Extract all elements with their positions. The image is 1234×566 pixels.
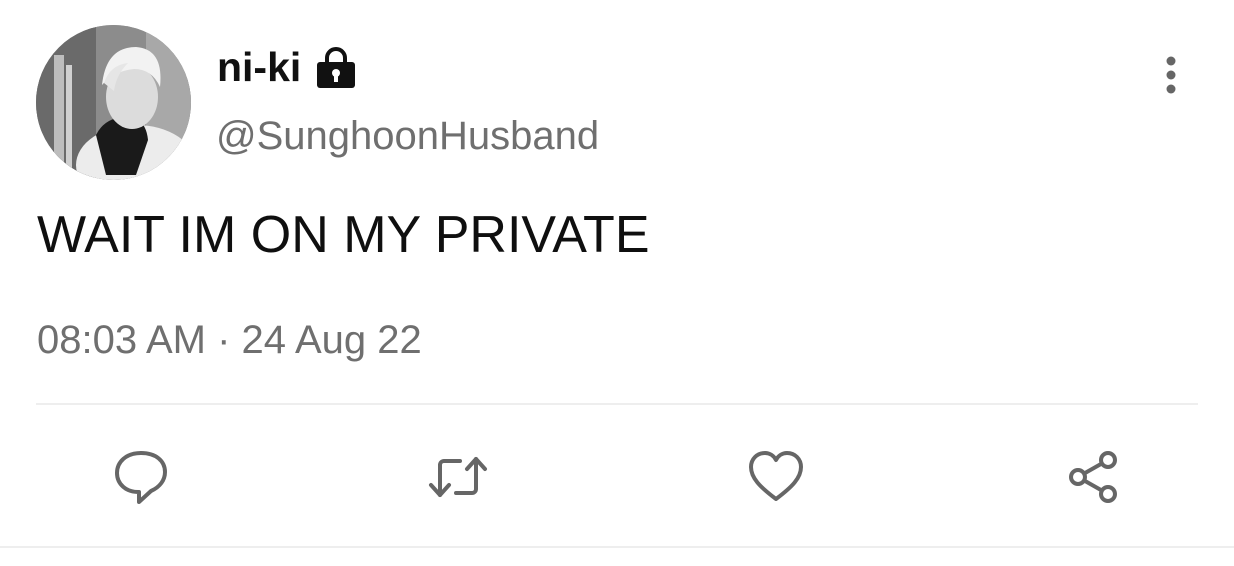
share-icon: [1069, 451, 1117, 503]
heart-icon: [749, 451, 803, 501]
retweet-button[interactable]: [427, 446, 489, 508]
share-button[interactable]: [1062, 446, 1124, 508]
name-row: ni-ki: [217, 42, 359, 92]
display-name[interactable]: ni-ki: [217, 44, 301, 91]
tweet-card: ni-ki @SunghoonHusband WAIT IM ON MY PRI…: [0, 0, 1234, 566]
avatar[interactable]: [36, 25, 191, 180]
reply-bubble-icon: [115, 451, 167, 504]
avatar-image: [36, 25, 191, 180]
tweet-text: WAIT IM ON MY PRIVATE: [37, 206, 650, 264]
more-options-button[interactable]: [1148, 52, 1194, 98]
bottom-divider: [0, 546, 1234, 548]
tweet-timestamp[interactable]: 08:03 AM · 24 Aug 22: [37, 318, 422, 363]
like-button[interactable]: [745, 446, 807, 508]
retweet-icon: [429, 457, 487, 497]
more-vertical-icon: [1166, 56, 1176, 94]
user-handle[interactable]: @SunghoonHusband: [216, 114, 599, 159]
divider: [36, 403, 1198, 405]
lock-icon: [313, 45, 359, 91]
reply-button[interactable]: [110, 446, 172, 508]
